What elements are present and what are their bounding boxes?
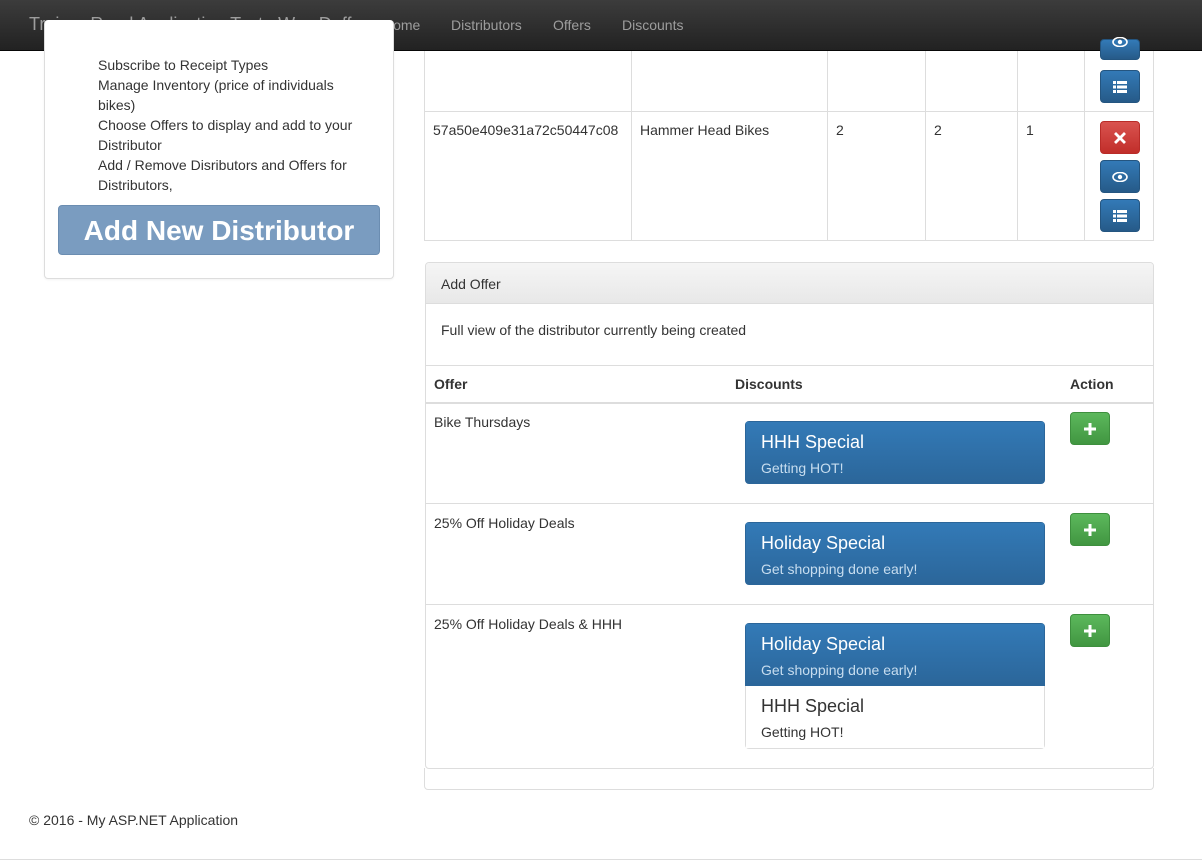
add-new-distributor-button[interactable]: Add New Distributor [58,205,380,255]
column-header-discounts: Discounts [735,376,803,392]
plus-icon [1084,624,1096,637]
panel-heading: Add Offer [426,263,1153,304]
add-offer-button[interactable] [1070,513,1110,546]
add-offer-panel: Add Offer Full view of the distributor c… [425,262,1154,769]
remove-icon [1114,131,1126,144]
view-button[interactable] [1100,37,1140,60]
discount-list: Holiday Special Get shopping done early!… [745,623,1045,749]
sidebar-feature-line: Distributors, [98,177,173,193]
discount-item[interactable]: HHH Special Getting HOT! [745,686,1045,749]
list-icon [1113,80,1127,93]
discount-list: HHH Special Getting HOT! [745,421,1045,484]
plus-icon [1084,422,1096,435]
outer-panel-bottom [424,768,1154,790]
nav-link-offers[interactable]: Offers [553,17,591,33]
sidebar-feature-line: Add / Remove Disributors and Offers for [98,157,347,173]
details-button[interactable] [1100,70,1140,103]
sidebar-feature-line: Manage Inventory (price of individuals [98,77,334,93]
discount-text: Getting HOT! [761,460,844,476]
eye-icon [1112,37,1128,47]
sidebar-feature-line: Subscribe to Receipt Types [98,57,269,73]
distributor-count: 2 [836,122,844,138]
discount-item[interactable]: HHH Special Getting HOT! [745,421,1045,484]
discount-title: HHH Special [761,696,865,716]
discount-text: Get shopping done early! [761,662,918,678]
discount-title: Holiday Special [761,533,886,553]
offer-name: Bike Thursdays [434,414,531,430]
add-offer-button[interactable] [1070,614,1110,647]
discount-item[interactable]: Holiday Special Get shopping done early! [745,623,1045,686]
add-offer-button[interactable] [1070,412,1110,445]
nav-link-distributors[interactable]: Distributors [451,17,522,33]
distributor-id: 57a50e409e31a72c50447c08 [433,122,619,138]
discount-text: Getting HOT! [761,724,844,740]
footer-divider [0,859,1202,860]
discount-title: HHH Special [761,432,865,452]
plus-icon [1084,523,1096,536]
footer-copyright: © 2016 - My ASP.NET Application [29,812,239,828]
sidebar-feature-line: Choose Offers to display and add to your [98,117,353,133]
distributor-table: 57a50e409e31a72c50447c08 Hammer Head Bik… [424,37,1154,241]
distributor-details-button[interactable] [1100,199,1140,232]
list-icon [1113,209,1127,222]
column-header-offer: Offer [434,376,468,392]
delete-distributor-button[interactable] [1100,121,1140,154]
panel-title: Add Offer [441,276,501,292]
discount-title: Holiday Special [761,634,886,654]
discount-text: Get shopping done early! [761,561,918,577]
distributor-count: 1 [1026,122,1034,138]
panel-description: Full view of the distributor currently b… [441,322,747,338]
column-header-action: Action [1070,376,1114,392]
discount-item[interactable]: Holiday Special Get shopping done early! [745,522,1045,585]
nav-link-discounts[interactable]: Discounts [622,17,683,33]
view-distributor-button[interactable] [1100,160,1140,193]
eye-icon [1112,171,1128,182]
distributor-count: 2 [934,122,942,138]
sidebar-feature-line: Distributor [98,137,162,153]
sidebar-feature-line: bikes) [98,97,136,113]
distributor-name: Hammer Head Bikes [640,122,770,138]
offer-name: 25% Off Holiday Deals [434,515,575,531]
offer-name: 25% Off Holiday Deals & HHH [434,616,623,632]
discount-list: Holiday Special Get shopping done early! [745,522,1045,585]
